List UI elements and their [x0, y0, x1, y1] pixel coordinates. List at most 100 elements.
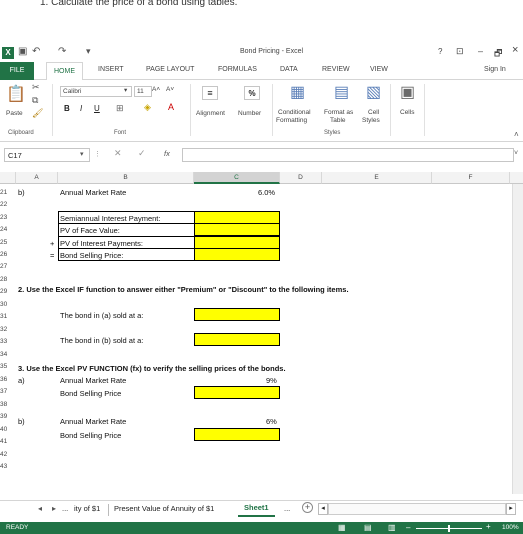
row-header[interactable]: 41 [0, 436, 16, 448]
row-header[interactable]: 34 [0, 349, 16, 361]
zoom-in-icon[interactable]: + [486, 522, 491, 531]
cell-b21[interactable]: Annual Market Rate [60, 187, 126, 198]
cell-a28[interactable]: 2. Use the Excel IF function to answer e… [18, 284, 349, 295]
input-bond-selling-price[interactable] [194, 248, 280, 261]
cell-b26[interactable]: Bond Selling Price: [60, 250, 123, 261]
expand-formula-bar-icon[interactable]: ˅ [514, 150, 518, 157]
row-header[interactable]: 42 [0, 449, 16, 461]
name-box[interactable]: C17 [4, 148, 90, 162]
tab-review[interactable]: REVIEW [322, 66, 350, 73]
cell-b36[interactable]: Bond Selling Price [60, 388, 121, 399]
cell-b38[interactable]: Annual Market Rate [60, 416, 126, 427]
cell-a38[interactable]: b) [18, 416, 25, 427]
cell-styles-icon[interactable]: ▧ [366, 82, 381, 102]
page-break-view-icon[interactable]: ▥ [388, 523, 396, 532]
zoom-out-icon[interactable]: – [406, 523, 410, 532]
row-header[interactable]: 21 [0, 187, 16, 199]
insert-function-button[interactable]: fx [164, 149, 170, 158]
row-header[interactable]: 22 [0, 199, 16, 211]
cell-a34[interactable]: 3. Use the Excel PV FUNCTION (fx) to ver… [18, 363, 286, 374]
column-header-f[interactable]: F [432, 172, 510, 184]
sheet-tab-2[interactable]: Present Value of Annuity of $1 [114, 504, 214, 513]
cell-b25[interactable]: PV of Interest Payments: [60, 238, 143, 249]
borders-icon[interactable]: ⊞ [116, 103, 124, 114]
grow-font-icon[interactable]: A˄ [152, 86, 160, 93]
number-format-icon[interactable]: % [244, 86, 260, 100]
restore-button[interactable]: 🗗 [494, 46, 502, 62]
tabs-more-right[interactable]: ... [284, 504, 290, 513]
cell-a26[interactable]: = [50, 250, 54, 261]
font-name-dropdown-icon[interactable]: ▾ [124, 86, 127, 94]
shrink-font-icon[interactable]: A˅ [166, 86, 174, 93]
row-header[interactable]: 29 [0, 286, 16, 298]
cells-icon[interactable]: ▣ [400, 82, 415, 102]
vertical-scrollbar[interactable] [512, 184, 523, 494]
font-name-select[interactable]: Calibri [60, 86, 132, 97]
row-header[interactable]: 31 [0, 311, 16, 323]
cell-b30[interactable]: The bond in (a) sold at a: [60, 310, 143, 321]
input-pv-bond-a-price[interactable] [194, 386, 280, 399]
input-pv-bond-b-price[interactable] [194, 428, 280, 441]
cell-c38[interactable]: 6% [266, 416, 277, 427]
conditional-formatting-icon[interactable]: ▦ [290, 82, 305, 102]
row-header[interactable]: 33 [0, 336, 16, 348]
font-size-select[interactable]: 11 [134, 86, 152, 97]
cell-styles-button[interactable]: Cell [368, 109, 379, 116]
cell-b39[interactable]: Bond Selling Price [60, 430, 121, 441]
row-header[interactable]: 39 [0, 411, 16, 423]
column-header-a[interactable]: A [16, 172, 58, 184]
enter-icon[interactable]: ✓ [138, 148, 146, 159]
input-bond-b-sold-at[interactable] [194, 333, 280, 346]
cell-b24[interactable]: PV of Face Value: [60, 225, 120, 236]
copy-icon[interactable]: ⧉ [32, 95, 38, 106]
tab-page-layout[interactable]: PAGE LAYOUT [146, 66, 194, 73]
minimize-button[interactable]: – [478, 46, 483, 56]
hscroll-right-icon[interactable]: ▸ [506, 503, 516, 515]
format-as-table-icon[interactable]: ▤ [334, 82, 349, 102]
row-header[interactable]: 25 [0, 237, 16, 249]
fill-color-icon[interactable]: ◈ [144, 102, 151, 113]
formula-input[interactable] [182, 148, 514, 162]
horizontal-scrollbar[interactable] [328, 503, 506, 515]
cell-a25[interactable]: + [50, 238, 54, 249]
cell-a21[interactable]: b) [18, 187, 25, 198]
row-header[interactable]: 26 [0, 249, 16, 261]
alignment-button[interactable]: Alignment [196, 110, 225, 117]
cancel-icon[interactable]: ✕ [114, 148, 122, 159]
sheet-tab-3[interactable]: Sheet1 [238, 501, 275, 517]
format-as-table-button[interactable]: Format as [324, 109, 353, 116]
tabs-more-left[interactable]: ... [62, 504, 68, 513]
row-header[interactable]: 36 [0, 374, 16, 386]
normal-view-icon[interactable]: ▦ [338, 523, 346, 532]
close-button[interactable]: × [512, 44, 518, 56]
cell-c21[interactable]: 6.0% [258, 187, 275, 198]
font-color-icon[interactable]: A [168, 102, 174, 112]
column-header-c[interactable]: C [194, 172, 280, 184]
tab-file[interactable]: FILE [0, 62, 34, 80]
underline-button[interactable]: U [94, 104, 100, 113]
cell-b35[interactable]: Annual Market Rate [60, 375, 126, 386]
collapse-ribbon-icon[interactable]: ˄ [514, 130, 519, 139]
zoom-slider-thumb[interactable] [448, 525, 450, 532]
input-pv-face-value[interactable] [194, 223, 280, 236]
cell-c35[interactable]: 9% [266, 375, 277, 386]
worksheet-grid[interactable]: A B C D E F 21 22 23 24 25 26 27 28 29 30 31 32 33 34… [0, 172, 523, 494]
zoom-level[interactable]: 100% [502, 524, 519, 531]
sheet-tab-1[interactable]: ity of $1 [74, 504, 100, 513]
bold-button[interactable]: B [64, 104, 70, 113]
row-header[interactable]: 23 [0, 212, 16, 224]
row-header[interactable]: 38 [0, 399, 16, 411]
row-header[interactable]: 24 [0, 224, 16, 236]
column-header-b[interactable]: B [58, 172, 194, 184]
cell-a35[interactable]: a) [18, 375, 25, 386]
ribbon-display-icon[interactable]: ⊡ [456, 46, 464, 57]
conditional-formatting-button[interactable]: Conditional [278, 109, 311, 116]
italic-button[interactable]: I [80, 104, 82, 113]
hscroll-left-icon[interactable]: ◂ [318, 503, 328, 515]
sign-in-link[interactable]: Sign In [484, 66, 506, 73]
save-icon[interactable]: ▣ [18, 46, 27, 57]
paste-icon[interactable]: 📋 [6, 84, 26, 104]
page-layout-view-icon[interactable]: ▤ [364, 523, 372, 532]
scroll-left-icon[interactable]: ◂ [38, 504, 42, 513]
cell-b32[interactable]: The bond in (b) sold at a: [60, 335, 143, 346]
